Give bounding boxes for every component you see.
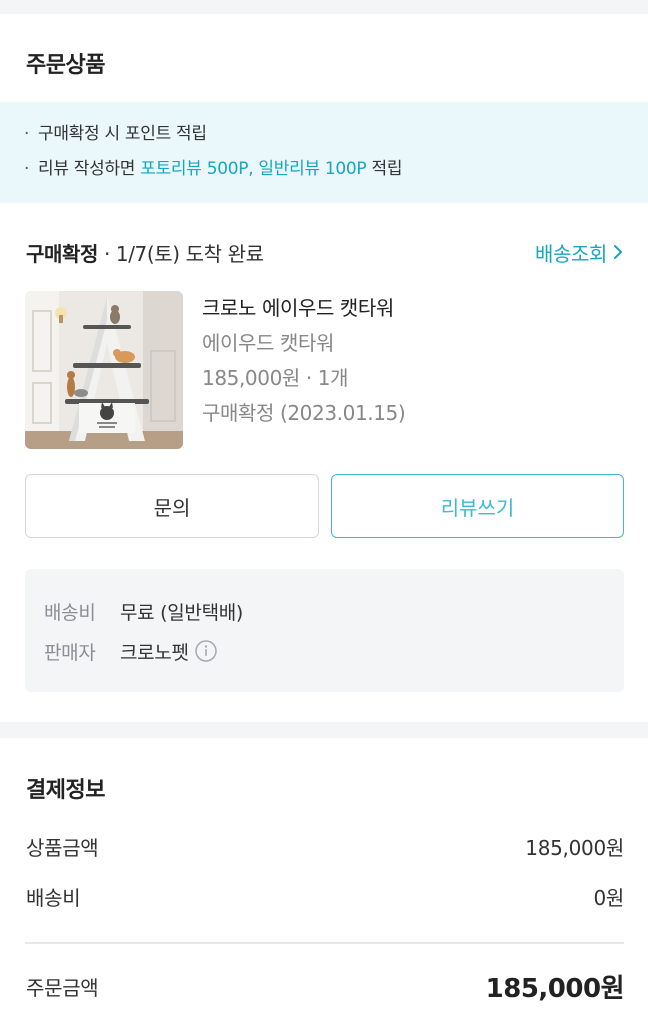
product-amount-label: 상품금액	[26, 835, 99, 860]
order-total-value: 185,000원	[485, 973, 625, 1004]
product-amount-value: 185,000원	[525, 835, 624, 860]
cat-tower-image	[25, 291, 183, 449]
tracking-link[interactable]: 배송조회	[535, 238, 624, 267]
notice-highlight: 포토리뷰 500P, 일반리뷰 100P	[140, 159, 367, 179]
section-title: 결제정보	[26, 778, 105, 803]
order-status-row: 구매확정 · 1/7(토) 도착 완료 배송조회	[26, 236, 624, 268]
bullet: ·	[24, 159, 30, 179]
order-total-label: 주문금액	[26, 975, 99, 1000]
shipping-info-box: 배송비 무료 (일반택배) 판매자 크로노펫	[25, 569, 624, 692]
status-label: 구매확정	[26, 241, 98, 266]
bullet: ·	[24, 124, 30, 144]
product-name: 크로노 에이우드 캣타워	[202, 296, 394, 320]
shipping-fee-value: 0원	[593, 885, 624, 910]
inquiry-button[interactable]: 문의	[25, 474, 319, 538]
order-products-section: 주문상품 · 구매확정 시 포인트 적립 · 리뷰 작성하면 포토리뷰 500P, …	[0, 14, 648, 722]
purchase-confirm-date: 구매확정 (2023.01.15)	[202, 401, 406, 425]
status-detail: · 1/7(토) 도착 완료	[98, 241, 264, 266]
product-item[interactable]: 크로노 에이우드 캣타워 에이우드 캣타워 185,000원 · 1개 구매확정…	[25, 291, 624, 449]
shipping-fee-label: 배송비	[44, 601, 96, 624]
seller-name: 크로노펫	[120, 641, 189, 664]
divider	[25, 942, 624, 944]
product-image[interactable]	[25, 291, 183, 449]
product-price-qty: 185,000원 · 1개	[202, 366, 349, 390]
notice-text-suffix: 적립	[366, 159, 403, 179]
product-info: 크로노 에이우드 캣타워 에이우드 캣타워 185,000원 · 1개 구매확정…	[202, 293, 406, 433]
info-icon[interactable]	[194, 640, 217, 662]
section-title: 주문상품	[26, 53, 105, 78]
tracking-link-label: 배송조회	[535, 241, 607, 266]
write-review-button[interactable]: 리뷰쓰기	[331, 474, 624, 538]
seller-row: 판매자 크로노펫	[44, 631, 624, 671]
notice-text-prefix: 리뷰 작성하면	[38, 159, 141, 179]
seller-value-wrap: 크로노펫	[120, 638, 217, 665]
shipping-fee-value: 무료 (일반택배)	[120, 601, 244, 624]
notice-line-review-point: · 리뷰 작성하면 포토리뷰 500P, 일반리뷰 100P 적립	[24, 155, 648, 190]
order-total-row: 주문금액 185,000원	[26, 966, 625, 1006]
seller-label: 판매자	[44, 641, 96, 664]
notice-line-purchase-point: · 구매확정 시 포인트 적립	[24, 120, 648, 155]
point-notice-banner: · 구매확정 시 포인트 적립 · 리뷰 작성하면 포토리뷰 500P, 일반리뷰 …	[0, 102, 648, 203]
chevron-right-icon	[614, 245, 622, 259]
payment-info-section: 결제정보 상품금액 185,000원 배송비 0원 주문금액 185,000원	[0, 738, 648, 1024]
notice-text: 구매확정 시 포인트 적립	[38, 124, 207, 144]
product-option: 에이우드 캣타워	[202, 331, 334, 355]
shipping-fee-row: 배송비 무료 (일반택배)	[44, 591, 624, 631]
shipping-fee-row: 배송비 0원	[26, 876, 624, 916]
order-status: 구매확정 · 1/7(토) 도착 완료	[26, 238, 264, 267]
shipping-fee-label: 배송비	[26, 885, 81, 910]
product-amount-row: 상품금액 185,000원	[26, 826, 624, 866]
